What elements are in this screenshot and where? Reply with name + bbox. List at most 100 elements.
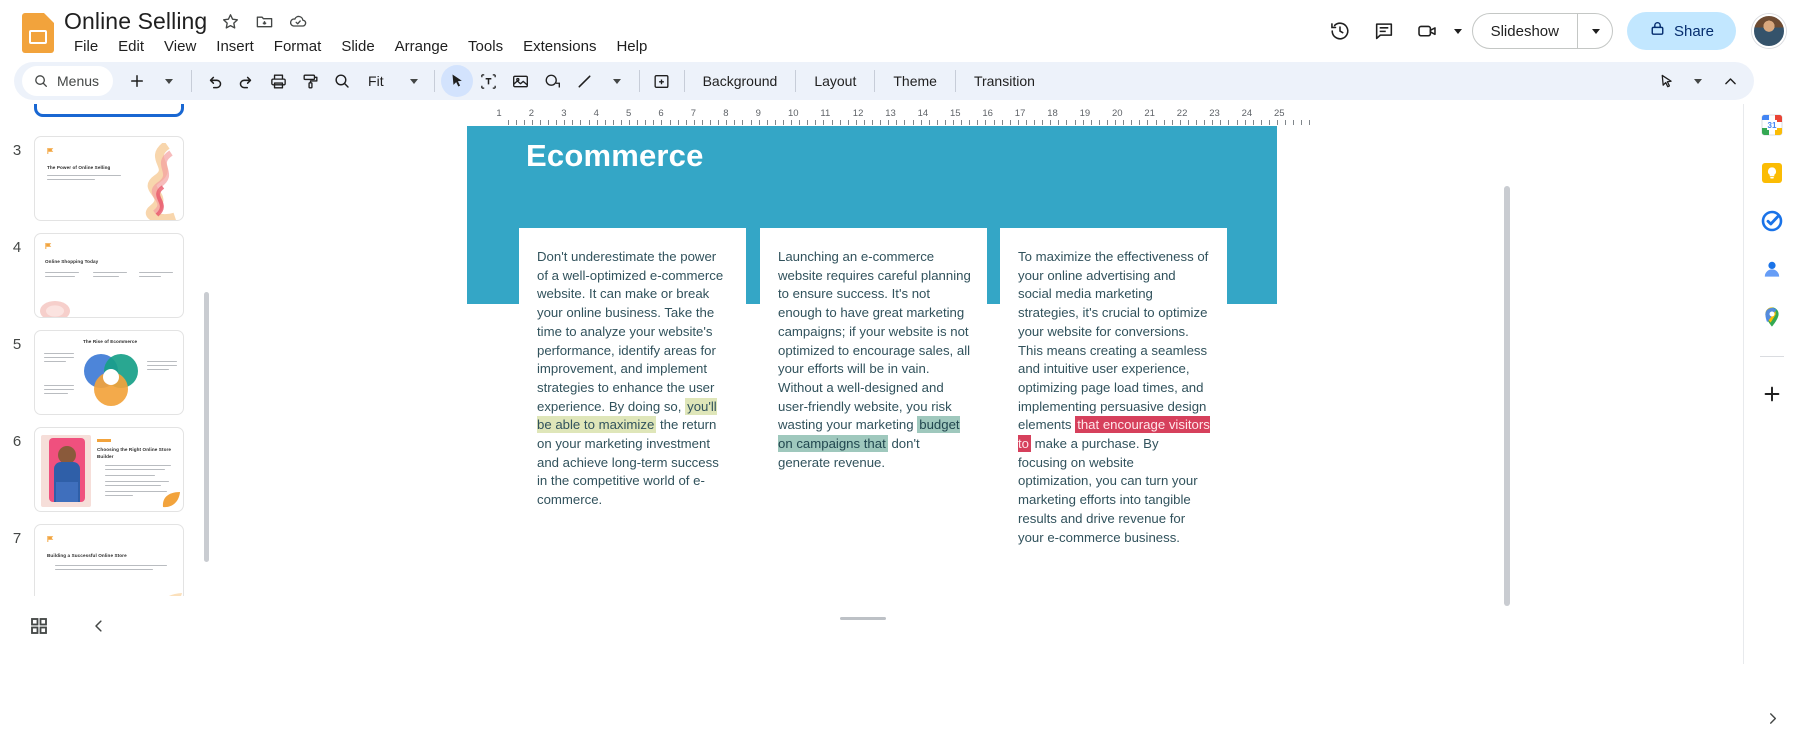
line-dropdown-icon[interactable]: [601, 65, 633, 97]
ruler-minor-tick: [1269, 120, 1270, 125]
thumbnail-slide-6[interactable]: Choosing the Right Online Store Builder: [34, 427, 184, 512]
print-icon[interactable]: [262, 65, 294, 97]
slide-text-column-1[interactable]: Don't underestimate the power of a well-…: [519, 228, 746, 530]
google-calendar-icon[interactable]: 31: [1759, 112, 1785, 138]
text-box-icon[interactable]: [473, 65, 505, 97]
current-slide[interactable]: Ecommerce Don't underestimate the power …: [467, 126, 1277, 530]
google-maps-icon[interactable]: [1759, 304, 1785, 330]
undo-icon[interactable]: [198, 65, 230, 97]
cloud-saved-icon[interactable]: [287, 10, 309, 32]
menu-file[interactable]: File: [64, 35, 108, 58]
ruler-minor-tick: [888, 120, 889, 125]
menu-slide[interactable]: Slide: [331, 35, 384, 58]
canvas-scrollbar[interactable]: [1504, 186, 1510, 606]
menu-view[interactable]: View: [154, 35, 206, 58]
menu-edit[interactable]: Edit: [108, 35, 154, 58]
ruler-tick-label: 24: [1242, 108, 1253, 119]
layout-button[interactable]: Layout: [802, 67, 868, 95]
ruler-minor-tick: [904, 120, 905, 125]
slideshow-dropdown[interactable]: [1578, 29, 1612, 34]
ruler-minor-tick: [556, 120, 557, 125]
ruler-tick-label: 3: [561, 108, 566, 119]
svg-text:31: 31: [1768, 121, 1777, 130]
slide-text-column-3[interactable]: To maximize the effectiveness of your on…: [1000, 228, 1227, 558]
menu-arrange[interactable]: Arrange: [385, 35, 458, 58]
folder-move-icon[interactable]: [253, 10, 275, 32]
line-icon[interactable]: [569, 65, 601, 97]
background-button[interactable]: Background: [691, 67, 790, 95]
google-tasks-icon[interactable]: [1759, 208, 1785, 234]
pointer-options-icon[interactable]: [1650, 65, 1682, 97]
document-title[interactable]: Online Selling: [64, 8, 207, 35]
slide-canvas[interactable]: Ecommerce Don't underestimate the power …: [226, 126, 1512, 616]
ruler-minor-tick: [572, 120, 573, 125]
menus-search-button[interactable]: Menus: [22, 66, 113, 96]
ruler-minor-tick: [1261, 120, 1262, 125]
collapse-pane-icon[interactable]: [84, 611, 114, 641]
insert-image-icon[interactable]: [505, 65, 537, 97]
thumbnail-row-5[interactable]: 5 The Rise of Ecommerce: [0, 330, 212, 415]
bottom-left-bar: [0, 596, 212, 656]
thumbnail-slide-7[interactable]: Building a Successful Online Store: [34, 524, 184, 596]
thumbnail-row-6[interactable]: 6 Choosing the Right Online Store Builde…: [0, 427, 212, 512]
ruler-minor-tick: [832, 120, 833, 125]
ruler-minor-tick: [929, 120, 930, 125]
comment-icon[interactable]: [1364, 11, 1404, 51]
slideshow-button[interactable]: Slideshow: [1472, 13, 1613, 49]
slide-thumbnail-pane[interactable]: 2 Ecommerce: [0, 104, 212, 596]
google-keep-icon[interactable]: [1759, 160, 1785, 186]
zoom-level-select[interactable]: Fit: [358, 66, 428, 96]
share-button[interactable]: Share: [1627, 12, 1736, 50]
ruler-minor-tick: [734, 120, 735, 125]
avatar[interactable]: [1752, 14, 1786, 48]
thumbnail-slide-5[interactable]: The Rise of Ecommerce: [34, 330, 184, 415]
theme-button[interactable]: Theme: [881, 67, 949, 95]
menu-extensions[interactable]: Extensions: [513, 35, 606, 58]
pointer-dropdown-icon[interactable]: [1682, 65, 1714, 97]
grid-view-icon[interactable]: [24, 611, 54, 641]
star-icon[interactable]: [219, 10, 241, 32]
add-slide-icon[interactable]: [121, 65, 153, 97]
ruler-minor-tick: [1131, 120, 1132, 125]
ruler-minor-tick: [896, 120, 897, 125]
menu-help[interactable]: Help: [606, 35, 657, 58]
slide-title[interactable]: Ecommerce: [526, 138, 704, 174]
menu-tools[interactable]: Tools: [458, 35, 513, 58]
menu-insert[interactable]: Insert: [206, 35, 264, 58]
thumbnail-slide-4[interactable]: Online Shopping Today: [34, 233, 184, 318]
thumbnail-row-2[interactable]: 2 Ecommerce: [0, 104, 212, 117]
ruler-minor-tick: [1058, 120, 1059, 125]
speaker-notes-handle[interactable]: [840, 617, 886, 620]
add-slide-dropdown-icon[interactable]: [153, 65, 185, 97]
meet-dropdown-caret[interactable]: [1454, 29, 1462, 34]
expand-side-panel-icon[interactable]: [1758, 704, 1786, 732]
redo-icon[interactable]: [230, 65, 262, 97]
zoom-icon[interactable]: [326, 65, 358, 97]
thumbnail-scrollbar[interactable]: [204, 292, 209, 562]
paint-format-icon[interactable]: [294, 65, 326, 97]
thumbnail-slide-2[interactable]: Ecommerce: [34, 104, 184, 117]
version-history-icon[interactable]: [1320, 11, 1360, 51]
table-icon[interactable]: [646, 65, 678, 97]
thumbnail-slide-3[interactable]: The Power of Online Selling: [34, 136, 184, 221]
video-camera-icon[interactable]: [1408, 11, 1448, 51]
google-contacts-icon[interactable]: [1759, 256, 1785, 282]
ruler-minor-tick: [1301, 120, 1302, 125]
select-cursor-icon[interactable]: [441, 65, 473, 97]
ruler-minor-tick: [880, 120, 881, 125]
thumbnail-row-4[interactable]: 4 Online Shopping Today: [0, 233, 212, 318]
thumbnail-row-7[interactable]: 7 Building a Successful Online Store: [0, 524, 212, 596]
slide-text-column-2[interactable]: Launching an e-commerce website requires…: [760, 228, 987, 488]
ruler-minor-tick: [645, 120, 646, 125]
add-on-icon[interactable]: [1759, 381, 1785, 407]
ruler-minor-tick: [1180, 120, 1181, 125]
transition-button[interactable]: Transition: [962, 67, 1047, 95]
ruler-tick-label: 14: [918, 108, 929, 119]
column-1-text-before: Don't underestimate the power of a well-…: [537, 249, 723, 414]
thumbnail-row-3[interactable]: 3 The Power of Online Selling: [0, 136, 212, 221]
collapse-toolbar-icon[interactable]: [1714, 65, 1746, 97]
ruler-minor-tick: [1188, 120, 1189, 125]
ruler-minor-tick: [807, 120, 808, 125]
menu-format[interactable]: Format: [264, 35, 332, 58]
shape-icon[interactable]: [537, 65, 569, 97]
